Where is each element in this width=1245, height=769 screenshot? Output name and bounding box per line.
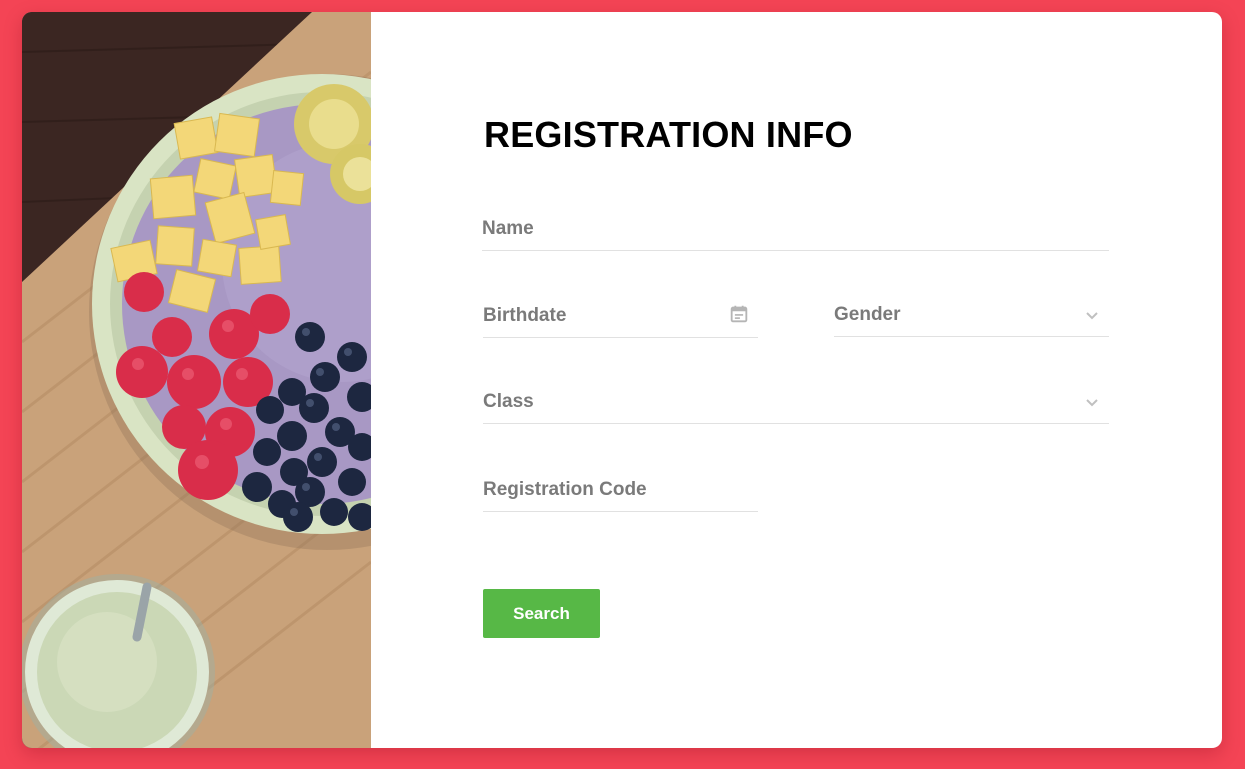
gender-label: Gender	[834, 304, 901, 325]
gender-select[interactable]: Gender	[834, 298, 1109, 337]
birthdate-field[interactable]: Birthdate	[483, 299, 758, 338]
registration-code-field[interactable]: Registration Code	[483, 473, 758, 512]
name-field[interactable]: Name	[482, 212, 1109, 251]
birthdate-label: Birthdate	[483, 305, 567, 326]
calendar-icon[interactable]	[728, 303, 750, 325]
smoothie-bowl-photo	[22, 12, 371, 748]
class-select[interactable]: Class	[483, 385, 1109, 424]
chevron-down-icon	[1086, 312, 1098, 320]
registration-code-label: Registration Code	[483, 479, 647, 500]
chevron-down-icon	[1086, 399, 1098, 407]
class-label: Class	[483, 391, 534, 412]
registration-card: REGISTRATION INFO Name Birthdate Gender …	[22, 12, 1222, 748]
search-button[interactable]: Search	[483, 589, 600, 638]
name-label: Name	[482, 218, 534, 239]
form-title: REGISTRATION INFO	[484, 114, 853, 155]
registration-form: REGISTRATION INFO Name Birthdate Gender …	[371, 12, 1222, 748]
